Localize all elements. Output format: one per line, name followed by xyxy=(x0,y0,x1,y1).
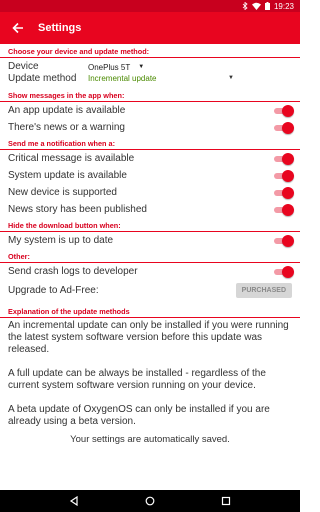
update-method-label: Update method xyxy=(8,73,77,84)
device-selection: Device Update method OnePlus 5T ▼ Increm… xyxy=(0,58,300,88)
navigation-bar xyxy=(0,490,300,512)
toggle-switch[interactable] xyxy=(272,104,294,117)
status-time: 19:23 xyxy=(273,1,294,11)
update-method-value: Incremental update xyxy=(88,74,157,83)
toggle-switch[interactable] xyxy=(272,186,294,199)
setting-row-news-story[interactable]: News story has been published xyxy=(0,201,300,218)
device-label: Device xyxy=(8,61,39,72)
toggle-switch[interactable] xyxy=(272,265,294,278)
setting-row-crash-logs[interactable]: Send crash logs to developer xyxy=(0,263,300,280)
update-method-select[interactable]: Incremental update ▼ xyxy=(88,73,292,84)
section-header-app-messages: Show messages in the app when: xyxy=(0,90,300,102)
section-header-explanation: Explanation of the update methods xyxy=(0,306,300,318)
setting-row-news-warning[interactable]: There's news or a warning xyxy=(0,119,300,136)
setting-label: Critical message is available xyxy=(8,153,135,164)
nav-recents-icon[interactable] xyxy=(219,494,233,508)
setting-label: Send crash logs to developer xyxy=(8,266,138,277)
bluetooth-icon xyxy=(242,2,248,10)
section-header-other: Other: xyxy=(0,251,300,263)
toggle-switch[interactable] xyxy=(272,203,294,216)
toggle-switch[interactable] xyxy=(272,234,294,247)
setting-row-critical-message[interactable]: Critical message is available xyxy=(0,150,300,167)
device-value: OnePlus 5T xyxy=(88,63,131,72)
setting-label: An app update is available xyxy=(8,105,126,116)
saved-note: Your settings are automatically saved. xyxy=(70,434,230,445)
toggle-switch[interactable] xyxy=(272,169,294,182)
toggle-switch[interactable] xyxy=(272,121,294,134)
setting-label: New device is supported xyxy=(8,187,117,198)
nav-home-icon[interactable] xyxy=(143,494,157,508)
app-bar: Settings xyxy=(0,12,300,44)
setting-label: There's news or a warning xyxy=(8,122,125,133)
chevron-down-icon: ▼ xyxy=(228,75,234,81)
back-arrow-icon[interactable] xyxy=(8,18,28,38)
device-select[interactable]: OnePlus 5T ▼ xyxy=(88,62,292,73)
setting-label: News story has been published xyxy=(8,204,147,215)
chevron-down-icon: ▼ xyxy=(138,64,145,70)
setting-row-app-update[interactable]: An app update is available xyxy=(0,102,300,119)
explanation-beta: A beta update of OxygenOS can only be in… xyxy=(8,404,270,427)
settings-list: Choose your device and update method: De… xyxy=(0,44,300,490)
section-header-notifications: Send me a notification when a: xyxy=(0,138,300,150)
setting-row-system-up-to-date[interactable]: My system is up to date xyxy=(0,232,300,249)
setting-label: Upgrade to Ad-Free: xyxy=(8,284,99,296)
setting-row-new-device[interactable]: New device is supported xyxy=(0,184,300,201)
setting-row-system-update[interactable]: System update is available xyxy=(0,167,300,184)
status-bar: 19:23 xyxy=(0,0,300,12)
explanation-full: A full update can be always be installed… xyxy=(8,368,266,391)
wifi-icon xyxy=(251,2,261,10)
section-header-device: Choose your device and update method: xyxy=(0,46,300,58)
nav-back-icon[interactable] xyxy=(67,494,81,508)
page-title: Settings xyxy=(38,22,82,34)
setting-row-ad-free: Upgrade to Ad-Free: PURCHASED xyxy=(0,280,300,300)
purchased-button: PURCHASED xyxy=(235,282,292,298)
section-header-hide-download: Hide the download button when: xyxy=(0,220,300,232)
setting-label: My system is up to date xyxy=(8,235,114,246)
toggle-switch[interactable] xyxy=(272,152,294,165)
explanation-incremental: An incremental update can only be instal… xyxy=(8,320,289,355)
setting-label: System update is available xyxy=(8,170,127,181)
battery-icon xyxy=(264,2,270,10)
